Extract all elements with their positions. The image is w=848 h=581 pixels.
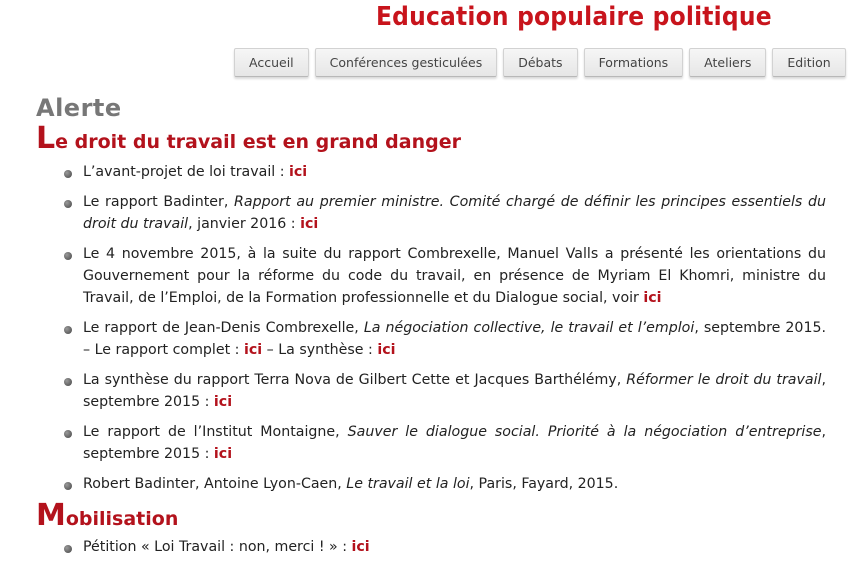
tab-formations[interactable]: Formations [583,48,684,77]
ici-link[interactable]: ici [352,539,370,555]
item-title: La négociation collective, le travail et… [363,320,695,336]
list-item: Le rapport de Jean-Denis Combrexelle, La… [64,317,826,361]
list-item: L’avant-projet de loi travail : ici [64,161,826,183]
item-title: Sauver le dialogue social. Priorité à la… [347,424,822,440]
heading-text: obilisation [65,508,179,530]
item-title: Le travail et la loi [346,476,470,492]
tab-debats[interactable]: Débats [503,48,578,77]
ici-link[interactable]: ici [377,342,395,358]
tab-edition[interactable]: Edition [772,48,846,77]
item-text: Robert Badinter, Antoine Lyon-Caen, [83,476,347,492]
ici-link[interactable]: ici [289,164,307,180]
item-text: Le 4 novembre 2015, à la suite du rappor… [83,246,826,306]
item-text: Pétition « Loi Travail : non, merci ! » … [83,539,352,555]
list-item: Le 4 novembre 2015, à la suite du rappor… [64,243,826,309]
main-nav: Accueil Conférences gesticulées Débats F… [234,48,846,77]
site-title: Education populaire politique [376,2,772,32]
item-text: La synthèse du rapport Terra Nova de Gil… [83,372,627,388]
item-text: , Paris, Fayard, 2015. [469,476,619,492]
ici-link[interactable]: ici [214,446,232,462]
list-item: Le rapport Badinter, Rapport au premier … [64,191,826,235]
heading-text: e droit du travail est en grand danger [55,131,461,153]
ici-link[interactable]: ici [643,290,661,306]
section-heading-mobilisation: Mobilisation [36,501,826,532]
list-item: La synthèse du rapport Terra Nova de Gil… [64,369,826,413]
list-item: Le rapport de l’Institut Montaigne, Sauv… [64,421,826,465]
heading-initial: M [36,498,66,533]
tab-accueil[interactable]: Accueil [234,48,309,77]
section-heading-droit-du-travail: Le droit du travail est en grand danger [36,124,826,155]
item-title: Réformer le droit du travail [626,372,822,388]
ici-link[interactable]: ici [300,216,318,232]
list-item: Pétition « Loi Travail : non, merci ! » … [64,536,826,558]
tab-ateliers[interactable]: Ateliers [689,48,767,77]
main-content: Alerte Le droit du travail est en grand … [36,92,826,566]
document-list: L’avant-projet de loi travail : ici Le r… [64,161,826,495]
item-text: – La synthèse : [262,342,378,358]
item-text: Le rapport de Jean-Denis Combrexelle, [83,320,364,336]
ici-link[interactable]: ici [214,394,232,410]
ici-link[interactable]: ici [244,342,262,358]
tab-conferences-gesticulees[interactable]: Conférences gesticulées [314,48,498,77]
item-text: , janvier 2016 : [188,216,301,232]
mobilisation-list: Pétition « Loi Travail : non, merci ! » … [64,536,826,558]
item-text: Le rapport de l’Institut Montaigne, [83,424,348,440]
item-text: L’avant-projet de loi travail : [83,164,290,180]
item-text: Le rapport Badinter, [83,194,235,210]
list-item: Robert Badinter, Antoine Lyon-Caen, Le t… [64,473,826,495]
heading-initial: L [36,121,56,156]
page-kicker: Alerte [36,94,122,122]
